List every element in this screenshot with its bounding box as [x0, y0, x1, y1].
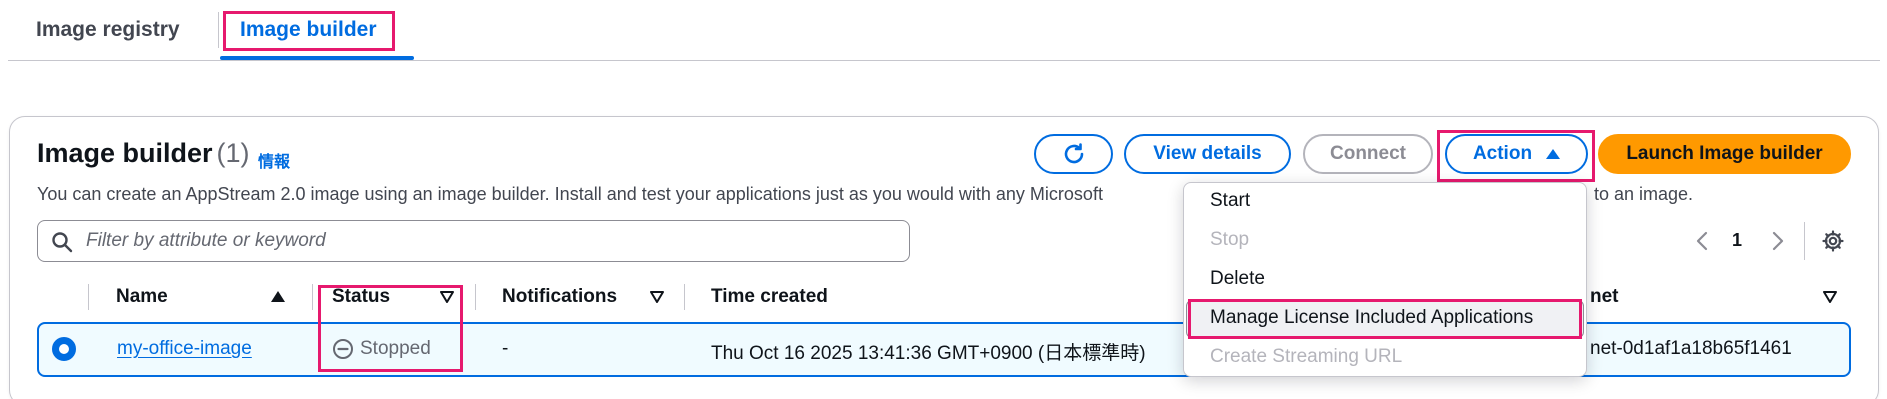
panel-description: You can create an AppStream 2.0 image us…	[37, 184, 1103, 204]
filter-box	[37, 220, 910, 262]
column-divider	[312, 284, 313, 310]
tab-divider	[218, 12, 219, 48]
connect-button[interactable]: Connect	[1303, 134, 1433, 174]
column-header-subnet[interactable]: net	[1590, 286, 1619, 308]
active-tab-indicator	[220, 56, 414, 60]
image-name-link[interactable]: my-office-image	[117, 338, 252, 360]
column-divider	[88, 284, 89, 310]
highlight-box-status	[318, 285, 463, 372]
page-number[interactable]: 1	[1732, 230, 1742, 251]
column-divider	[475, 284, 476, 310]
menu-item-stop: Stop	[1210, 229, 1250, 250]
menu-item-create-streaming-url: Create Streaming URL	[1210, 346, 1403, 367]
highlight-box-tab	[223, 11, 395, 51]
menu-item-start[interactable]: Start	[1210, 190, 1250, 212]
search-icon	[52, 232, 73, 253]
filter-input[interactable]	[86, 221, 886, 261]
highlight-box-manage-license	[1188, 299, 1582, 339]
row-select-radio[interactable]	[52, 337, 76, 361]
highlight-box-action	[1437, 130, 1595, 182]
notifications-value: -	[502, 338, 509, 359]
sort-ascending-icon[interactable]	[271, 291, 285, 302]
refresh-icon	[1064, 143, 1083, 164]
item-count: (1)	[216, 138, 250, 168]
sort-icon[interactable]	[1823, 291, 1837, 303]
column-divider	[684, 284, 685, 310]
pagination-divider	[1804, 222, 1805, 260]
refresh-button[interactable]	[1034, 134, 1113, 174]
tab-image-registry[interactable]: Image registry	[16, 0, 200, 60]
subnet-value: net-0d1af1a18b65f1461	[1590, 338, 1792, 359]
menu-item-delete[interactable]: Delete	[1210, 268, 1265, 290]
chevron-right-icon[interactable]	[1770, 230, 1786, 252]
column-header-notifications[interactable]: Notifications	[502, 286, 617, 308]
panel-description-tail: to an image.	[1594, 184, 1694, 204]
page-title-text: Image builder	[37, 138, 213, 168]
column-header-time-created[interactable]: Time created	[711, 286, 828, 308]
launch-image-builder-button[interactable]: Launch Image builder	[1598, 134, 1851, 174]
time-created-value: Thu Oct 16 2025 13:41:36 GMT+0900 (日本標準時…	[711, 343, 1146, 364]
sort-icon[interactable]	[650, 291, 664, 303]
chevron-left-icon[interactable]	[1694, 230, 1710, 252]
gear-icon[interactable]	[1821, 229, 1845, 253]
column-header-name[interactable]: Name	[116, 286, 168, 308]
info-link[interactable]: 情報	[258, 148, 290, 172]
page-title: Image builder (1)	[37, 138, 250, 169]
view-details-button[interactable]: View details	[1124, 134, 1291, 174]
